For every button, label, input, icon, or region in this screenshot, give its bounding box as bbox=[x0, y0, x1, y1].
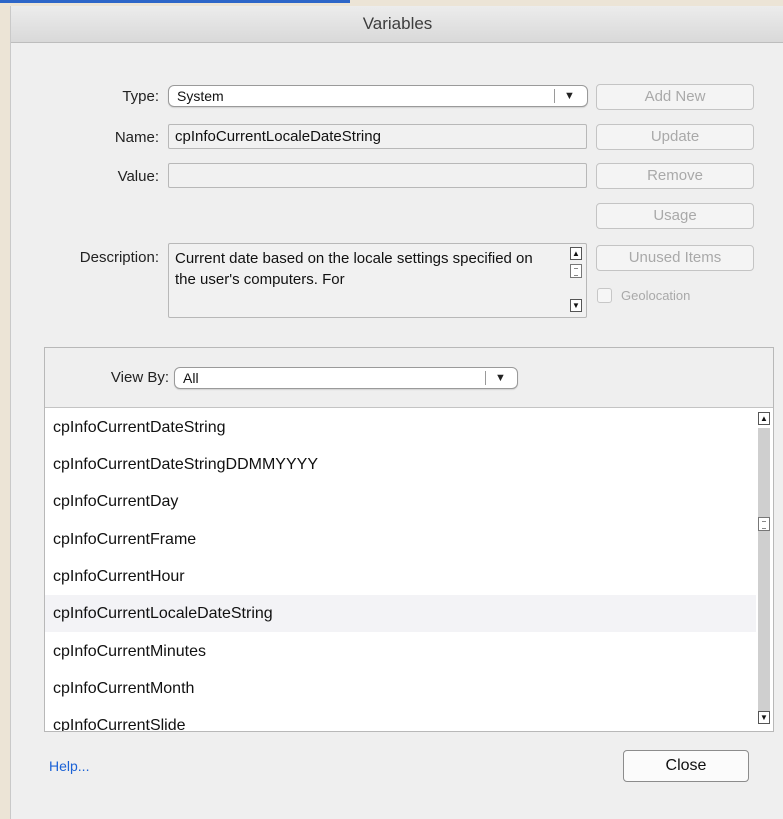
scroll-track[interactable] bbox=[758, 428, 770, 711]
scroll-down-icon[interactable]: ▼ bbox=[758, 711, 770, 724]
chevron-down-icon: ▼ bbox=[495, 372, 506, 384]
type-label: Type: bbox=[122, 88, 159, 105]
value-label: Value: bbox=[117, 168, 159, 185]
list-scrollbar[interactable]: ▲ ▼ bbox=[756, 408, 773, 731]
variables-dialog: Variables Type: System ▼ Name: cpInfoCur… bbox=[10, 6, 783, 819]
unused-items-button[interactable]: Unused Items bbox=[596, 245, 754, 271]
scroll-thumb[interactable] bbox=[758, 517, 770, 531]
list-item[interactable]: cpInfoCurrentDateString bbox=[45, 409, 756, 446]
desktop-background-left bbox=[0, 0, 10, 819]
name-label: Name: bbox=[114, 129, 159, 146]
scroll-up-icon[interactable]: ▲ bbox=[570, 247, 582, 260]
description-scrollbar[interactable]: ▲ ▼ bbox=[570, 247, 584, 314]
type-select[interactable]: System ▼ bbox=[168, 85, 588, 107]
type-select-value: System bbox=[177, 88, 224, 104]
window-title: Variables bbox=[11, 6, 783, 43]
select-divider bbox=[554, 89, 555, 103]
list-item[interactable]: cpInfoCurrentDateStringDDMMYYYY bbox=[45, 446, 756, 483]
help-link[interactable]: Help... bbox=[49, 758, 89, 774]
scroll-down-icon[interactable]: ▼ bbox=[570, 299, 582, 312]
name-field[interactable]: cpInfoCurrentLocaleDateString bbox=[168, 124, 587, 149]
value-field[interactable] bbox=[168, 163, 587, 188]
view-by-label: View By: bbox=[110, 369, 169, 386]
list-item[interactable]: cpInfoCurrentMonth bbox=[45, 670, 756, 707]
view-by-select[interactable]: All ▼ bbox=[174, 367, 518, 389]
variables-list[interactable]: cpInfoCurrentDateString cpInfoCurrentDat… bbox=[45, 408, 756, 731]
add-new-button[interactable]: Add New bbox=[596, 84, 754, 110]
list-item[interactable]: cpInfoCurrentMinutes bbox=[45, 633, 756, 670]
remove-button[interactable]: Remove bbox=[596, 163, 754, 189]
geolocation-checkbox[interactable] bbox=[597, 288, 612, 303]
close-button[interactable]: Close bbox=[623, 750, 749, 782]
usage-button[interactable]: Usage bbox=[596, 203, 754, 229]
select-divider bbox=[485, 371, 486, 385]
list-item[interactable]: cpInfoCurrentFrame bbox=[45, 521, 756, 558]
view-by-value: All bbox=[183, 370, 199, 386]
description-field[interactable]: Current date based on the locale setting… bbox=[168, 243, 587, 318]
chevron-down-icon: ▼ bbox=[564, 90, 575, 102]
description-text: Current date based on the locale setting… bbox=[175, 250, 533, 288]
list-item-selected[interactable]: cpInfoCurrentLocaleDateString bbox=[45, 595, 756, 632]
description-label: Description: bbox=[79, 249, 159, 266]
geolocation-label: Geolocation bbox=[621, 288, 691, 303]
list-item[interactable]: cpInfoCurrentSlide bbox=[45, 707, 756, 731]
scroll-thumb[interactable] bbox=[570, 264, 582, 278]
scroll-up-icon[interactable]: ▲ bbox=[758, 412, 770, 425]
list-item[interactable]: cpInfoCurrentDay bbox=[45, 483, 756, 520]
variables-panel: View By: All ▼ cpInfoCurrentDateString c… bbox=[44, 347, 774, 732]
list-item[interactable]: cpInfoCurrentHour bbox=[45, 558, 756, 595]
desktop-accent-bar bbox=[0, 0, 350, 3]
view-by-bar: View By: All ▼ bbox=[45, 348, 773, 408]
update-button[interactable]: Update bbox=[596, 124, 754, 150]
